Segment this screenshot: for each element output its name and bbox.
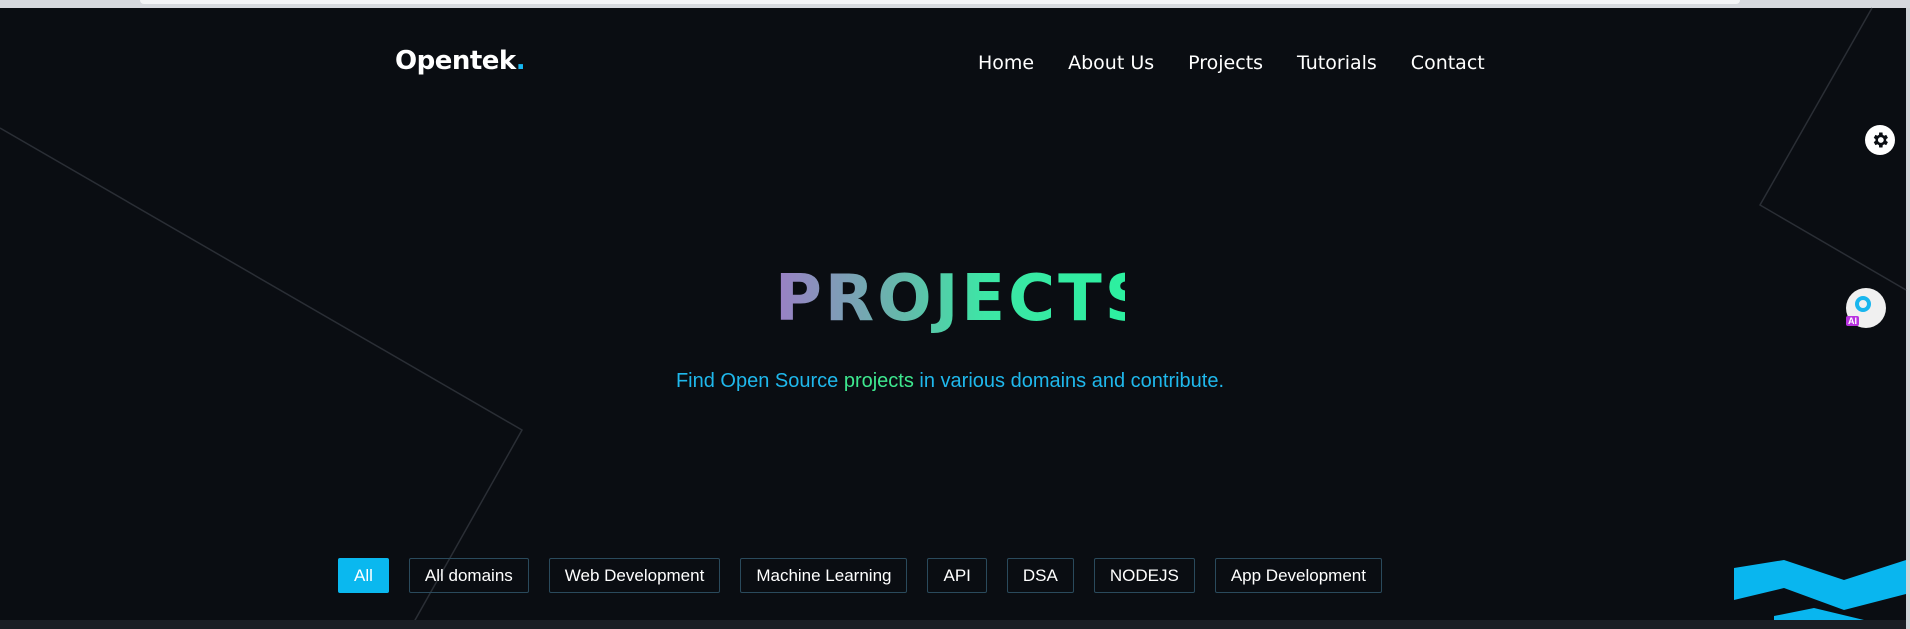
main-nav: Home About Us Projects Tutorials Contact xyxy=(978,52,1485,74)
ai-assistant-icon xyxy=(1855,296,1871,312)
filter-machine-learning[interactable]: Machine Learning xyxy=(740,558,908,593)
ai-badge: AI xyxy=(1846,316,1859,326)
filter-app-development[interactable]: App Development xyxy=(1214,558,1382,593)
bottom-edge xyxy=(0,620,1906,629)
nav-about-us[interactable]: About Us xyxy=(1068,52,1154,74)
logo-dot: . xyxy=(515,46,526,76)
subtitle-after: in various domains and contribute. xyxy=(919,370,1225,392)
gear-icon xyxy=(1873,132,1888,148)
nav-projects[interactable]: Projects xyxy=(1188,52,1263,74)
filter-web-development[interactable]: Web Development xyxy=(548,558,721,593)
logo-text: Opentek xyxy=(395,46,516,76)
page-subtitle: Find Open Source projects in various dom… xyxy=(0,370,1900,393)
filter-all-domains[interactable]: All domains xyxy=(408,558,529,593)
subtitle-highlight: projects xyxy=(843,370,914,392)
nav-home[interactable]: Home xyxy=(978,52,1034,74)
filter-api[interactable]: API xyxy=(927,558,987,593)
ai-assistant-button[interactable]: AI xyxy=(1846,288,1886,328)
filter-bar: All All domains Web Development Machine … xyxy=(338,558,1382,593)
page-title: PROJECTS xyxy=(775,262,1154,336)
filter-dsa[interactable]: DSA xyxy=(1006,558,1074,593)
subtitle-before: Find Open Source xyxy=(675,370,839,392)
filter-nodejs[interactable]: NODEJS xyxy=(1093,558,1195,593)
nav-tutorials[interactable]: Tutorials xyxy=(1297,52,1377,74)
decorative-wave xyxy=(1734,560,1906,620)
settings-button[interactable] xyxy=(1865,125,1895,155)
nav-contact[interactable]: Contact xyxy=(1411,52,1485,74)
site-logo[interactable]: Opentek. xyxy=(395,46,526,76)
filter-all[interactable]: All xyxy=(338,558,389,593)
